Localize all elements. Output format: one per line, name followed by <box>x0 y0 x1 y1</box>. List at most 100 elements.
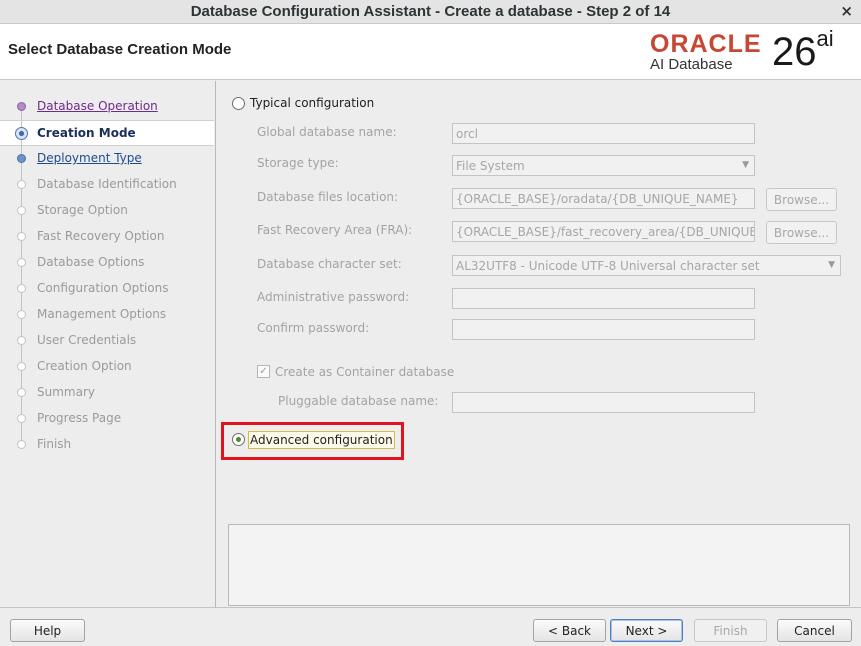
fra-input[interactable]: {ORACLE_BASE}/fast_recovery_area/{DB_UNI… <box>452 221 755 242</box>
step-connector <box>21 328 22 336</box>
sidebar-step: Management Options <box>0 302 214 328</box>
global-db-name-input[interactable]: orcl <box>452 123 755 144</box>
step-connector <box>21 293 22 302</box>
back-button[interactable]: < Back <box>533 619 606 642</box>
step-status-icon <box>15 127 28 140</box>
step-connector <box>21 215 22 224</box>
charset-label: Database character set: <box>257 257 402 271</box>
storage-type-select[interactable]: File System ▼ <box>452 155 755 176</box>
step-connector <box>21 345 22 354</box>
sidebar-step: Fast Recovery Option <box>0 224 214 250</box>
sidebar-step-label: Deployment Type <box>37 151 142 165</box>
step-connector <box>21 354 22 362</box>
step-status-icon <box>17 206 26 215</box>
step-connector <box>21 423 22 432</box>
db-files-browse-button[interactable]: Browse... <box>766 188 837 211</box>
advanced-configuration-radio[interactable] <box>232 433 245 446</box>
storage-type-value: File System <box>456 159 525 173</box>
sidebar-step: Summary <box>0 380 214 406</box>
brand-name: ORACLE <box>650 30 762 58</box>
version-badge: 26ai <box>772 28 834 75</box>
version-suffix: ai <box>816 26 834 51</box>
step-connector <box>21 224 22 232</box>
step-connector <box>21 163 22 172</box>
step-connector <box>21 111 22 120</box>
step-connector <box>21 241 22 250</box>
confirm-password-input[interactable] <box>452 319 755 340</box>
sidebar-step: Database Options <box>0 250 214 276</box>
step-header: Select Database Creation Mode ORACLE AI … <box>0 24 861 80</box>
advanced-configuration-label[interactable]: Advanced configuration <box>248 431 395 449</box>
cancel-button[interactable]: Cancel <box>777 619 852 642</box>
admin-password-input[interactable] <box>452 288 755 309</box>
step-connector <box>21 189 22 198</box>
fra-browse-button[interactable]: Browse... <box>766 221 837 244</box>
sidebar-step: Database Identification <box>0 172 214 198</box>
sidebar-step[interactable]: Deployment Type <box>0 146 214 172</box>
step-status-icon <box>17 388 26 397</box>
container-db-checkbox[interactable]: ✓ <box>257 365 270 378</box>
sidebar-step-label: Summary <box>37 385 95 399</box>
sidebar-step: Configuration Options <box>0 276 214 302</box>
charset-value: AL32UTF8 - Unicode UTF-8 Universal chara… <box>456 259 760 273</box>
sidebar-step-label: Creation Mode <box>37 126 136 140</box>
sidebar-step-label: Configuration Options <box>37 281 169 295</box>
product-name: AI Database <box>650 56 733 73</box>
step-connector <box>21 406 22 414</box>
description-panel <box>228 524 850 606</box>
sidebar-step-label: Fast Recovery Option <box>37 229 165 243</box>
step-connector <box>21 172 22 180</box>
step-status-icon <box>17 232 26 241</box>
db-files-location-input[interactable]: {ORACLE_BASE}/oradata/{DB_UNIQUE_NAME} <box>452 188 755 209</box>
step-connector <box>21 371 22 380</box>
sidebar-step-label: User Credentials <box>37 333 137 347</box>
step-status-icon <box>17 102 26 111</box>
charset-select[interactable]: AL32UTF8 - Unicode UTF-8 Universal chara… <box>452 255 841 276</box>
step-connector <box>21 250 22 258</box>
step-status-icon <box>17 310 26 319</box>
finish-button[interactable]: Finish <box>694 619 767 642</box>
chevron-down-icon: ▼ <box>828 260 835 270</box>
container-db-label[interactable]: Create as Container database <box>275 365 454 379</box>
step-status-icon <box>17 284 26 293</box>
step-status-icon <box>17 414 26 423</box>
sidebar-step: Finish <box>0 432 214 458</box>
sidebar-step[interactable]: Database Operation <box>0 94 214 120</box>
storage-type-label: Storage type: <box>257 156 339 170</box>
typical-configuration-radio[interactable] <box>232 97 245 110</box>
step-status-icon <box>17 180 26 189</box>
window-titlebar: Database Configuration Assistant - Creat… <box>0 0 861 24</box>
pdb-name-label: Pluggable database name: <box>278 394 439 408</box>
sidebar-step[interactable]: Creation Mode <box>0 120 214 147</box>
sidebar-step: Storage Option <box>0 198 214 224</box>
step-connector <box>21 432 22 440</box>
close-icon[interactable]: × <box>840 2 853 20</box>
step-connector <box>21 397 22 406</box>
db-files-location-label: Database files location: <box>257 190 399 204</box>
sidebar-step: Progress Page <box>0 406 214 432</box>
sidebar-step-label: Database Operation <box>37 99 158 113</box>
creation-mode-panel: Typical configuration Global database na… <box>217 81 861 607</box>
sidebar-step: Creation Option <box>0 354 214 380</box>
admin-password-label: Administrative password: <box>257 290 410 304</box>
sidebar-step-label: Progress Page <box>37 411 122 425</box>
sidebar-step-label: Creation Option <box>37 359 132 373</box>
pdb-name-input[interactable] <box>452 392 755 413</box>
sidebar-step-label: Finish <box>37 437 72 451</box>
step-connector <box>21 146 22 154</box>
chevron-down-icon: ▼ <box>742 160 749 170</box>
step-status-icon <box>17 336 26 345</box>
sidebar-step: User Credentials <box>0 328 214 354</box>
window-title: Database Configuration Assistant - Creat… <box>190 3 671 20</box>
help-button[interactable]: Help <box>10 619 85 642</box>
typical-configuration-label[interactable]: Typical configuration <box>250 96 374 110</box>
step-navigator: Database Operation Creation Mode Deploymen… <box>0 81 216 607</box>
step-connector <box>21 380 22 388</box>
global-db-name-label: Global database name: <box>257 125 397 139</box>
next-button[interactable]: Next > <box>610 619 683 642</box>
step-connector <box>21 276 22 284</box>
sidebar-step-label: Database Options <box>37 255 145 269</box>
step-connector <box>21 198 22 206</box>
oracle-logo: ORACLE AI Database 26ai <box>650 28 850 76</box>
sidebar-step-label: Storage Option <box>37 203 128 217</box>
